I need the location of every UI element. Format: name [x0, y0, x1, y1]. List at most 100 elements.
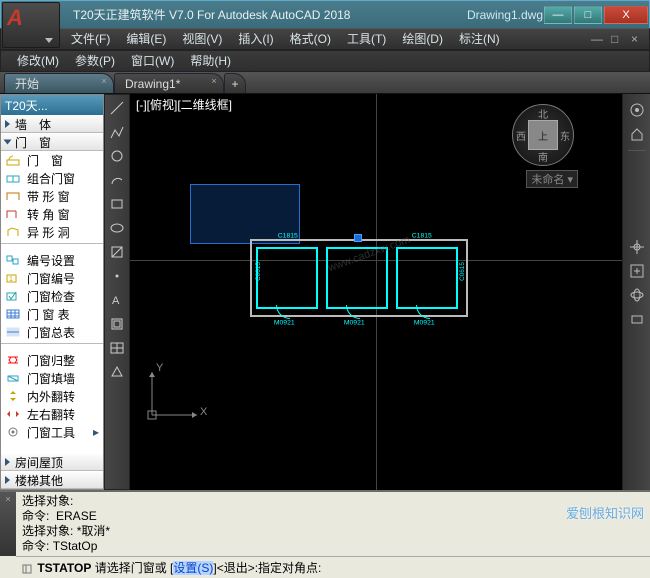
drawing-canvas[interactable]: [-][俯视][二维线框] C1815 C1815 C0615 C0615 M0… [130, 94, 622, 490]
side-item-total[interactable]: 门窗总表 [1, 323, 103, 341]
side-cat-roof-label: 房间屋顶 [15, 454, 63, 471]
menu-param[interactable]: 参数(P) [67, 50, 123, 72]
tab-drawing1[interactable]: Drawing1*× [114, 73, 224, 93]
side-item-band[interactable]: 带 形 窗 [1, 187, 103, 205]
compass-e: 东 [560, 128, 570, 143]
mdi-close-icon[interactable]: × [631, 32, 645, 46]
side-cat-stair-label: 楼梯其他 [15, 472, 63, 489]
menu-edit[interactable]: 编辑(E) [118, 28, 174, 50]
command-input[interactable]: TSTATOP 请选择门窗或 [设置(S)]<退出>:指定对角点: [16, 556, 650, 578]
menubar-2: 修改(M) 参数(P) 窗口(W) 帮助(H) [0, 50, 650, 72]
label: 门 窗 表 [27, 306, 70, 323]
mdi-minimize-icon[interactable]: — [591, 32, 605, 46]
tab-start[interactable]: 开始 × [4, 73, 114, 93]
side-item-corner[interactable]: 转 角 窗 [1, 205, 103, 223]
menu-help[interactable]: 帮助(H) [182, 50, 239, 72]
app-logo[interactable]: A [2, 2, 60, 48]
draw-tool-strip: A [104, 94, 130, 490]
side-cat-roof[interactable]: 房间屋顶 [1, 453, 103, 471]
menubar: 文件(F) 编辑(E) 视图(V) 插入(I) 格式(O) 工具(T) 绘图(D… [0, 28, 650, 50]
separator [628, 150, 646, 151]
home-icon[interactable] [627, 124, 647, 144]
divider [1, 243, 103, 249]
table-tool-icon[interactable] [108, 339, 126, 357]
side-item-fillwall[interactable]: 门窗填墙 [1, 369, 103, 387]
window-label: C0615 [458, 262, 465, 281]
menu-format[interactable]: 格式(O) [282, 28, 339, 50]
menu-dim[interactable]: 标注(N) [451, 28, 508, 50]
polyline-tool-icon[interactable] [108, 123, 126, 141]
divider [1, 343, 103, 349]
view-name[interactable]: 未命名 ▾ [526, 170, 578, 188]
side-cat-stair[interactable]: 楼梯其他 [1, 471, 103, 489]
number-settings-icon [5, 253, 21, 267]
maximize-button[interactable]: □ [574, 6, 602, 24]
side-item-fliplr[interactable]: 左右翻转 [1, 405, 103, 423]
compass-center[interactable]: 上 [528, 120, 558, 150]
view-cube[interactable]: 北 南 西 东 上 [512, 104, 574, 166]
menu-view[interactable]: 视图(V) [174, 28, 230, 50]
hatch-tool-icon[interactable] [108, 243, 126, 261]
arc-tool-icon[interactable] [108, 171, 126, 189]
side-item-table[interactable]: 门 窗 表 [1, 305, 103, 323]
menu-insert[interactable]: 插入(I) [230, 28, 281, 50]
tab-add[interactable]: + [224, 73, 246, 93]
combo-window-icon [5, 171, 21, 185]
chevron-down-icon [45, 38, 53, 43]
plus-icon: + [231, 77, 238, 91]
circle-tool-icon[interactable] [108, 147, 126, 165]
side-cat-wall[interactable]: 墙 体 [1, 115, 103, 133]
point-tool-icon[interactable] [108, 267, 126, 285]
command-option[interactable]: 设置(S) [173, 561, 213, 575]
nav-wheel-icon[interactable] [627, 100, 647, 120]
ellipse-tool-icon[interactable] [108, 219, 126, 237]
side-item-align[interactable]: 门窗归整 [1, 351, 103, 369]
chevron-right-icon: ▸ [93, 425, 99, 439]
tools-icon [5, 425, 21, 439]
label: 组合门窗 [27, 170, 75, 187]
side-cat-doorwin[interactable]: 门 窗 [1, 133, 103, 151]
grip-icon[interactable] [354, 234, 362, 242]
side-cat-doorwin-label: 门 窗 [15, 134, 51, 151]
side-item-flipio[interactable]: 内外翻转 [1, 387, 103, 405]
zoom-extents-icon[interactable] [627, 261, 647, 281]
label: 门窗工具 [27, 424, 75, 441]
side-item-tools[interactable]: 门窗工具 ▸ [1, 423, 103, 441]
region-tool-icon[interactable] [108, 363, 126, 381]
tab-start-label: 开始 [15, 75, 39, 92]
orbit-icon[interactable] [627, 285, 647, 305]
close-button[interactable]: X [604, 6, 648, 24]
cmd-line: *取消* [77, 524, 110, 538]
close-icon[interactable]: × [5, 494, 10, 504]
close-icon[interactable]: × [208, 76, 220, 88]
door-label: M0921 [274, 319, 295, 327]
app-title: T20天正建筑软件 V7.0 For Autodesk AutoCAD 2018 [1, 6, 455, 23]
close-icon[interactable]: × [98, 76, 110, 88]
menu-window[interactable]: 窗口(W) [123, 50, 182, 72]
menu-tools[interactable]: 工具(T) [339, 28, 394, 50]
menu-modify[interactable]: 修改(M) [9, 50, 67, 72]
command-history: 选择对象: 命令: ERASE 选择对象: *取消* 命令: TStatOp [16, 492, 650, 556]
line-tool-icon[interactable] [108, 99, 126, 117]
side-item-number[interactable]: 1门窗编号 [1, 269, 103, 287]
menu-draw[interactable]: 绘图(D) [394, 28, 451, 50]
side-item-door[interactable]: 门 窗 [1, 151, 103, 169]
pan-icon[interactable] [627, 237, 647, 257]
mdi-restore-icon[interactable]: □ [611, 32, 625, 46]
minimize-button[interactable]: — [544, 6, 572, 24]
side-item-odd[interactable]: 异 形 洞 [1, 223, 103, 241]
menu-file[interactable]: 文件(F) [63, 28, 118, 50]
cmd-line: 选择对象: [22, 494, 73, 508]
show-motion-icon[interactable] [627, 309, 647, 329]
side-item-numset[interactable]: 编号设置 [1, 251, 103, 269]
viewport-label[interactable]: [-][俯视][二维线框] [136, 96, 232, 113]
rect-tool-icon[interactable] [108, 195, 126, 213]
side-item-combo[interactable]: 组合门窗 [1, 169, 103, 187]
block-tool-icon[interactable] [108, 315, 126, 333]
text-tool-icon[interactable]: A [108, 291, 126, 309]
side-panel-header[interactable]: T20天... [1, 95, 103, 115]
side-item-check[interactable]: 门窗检查 [1, 287, 103, 305]
odd-shape-icon [5, 225, 21, 239]
command-handle[interactable]: × [0, 492, 16, 556]
side-panel: T20天... 墙 体 门 窗 门 窗 组合门窗 带 形 窗 转 角 窗 异 形… [0, 94, 104, 490]
